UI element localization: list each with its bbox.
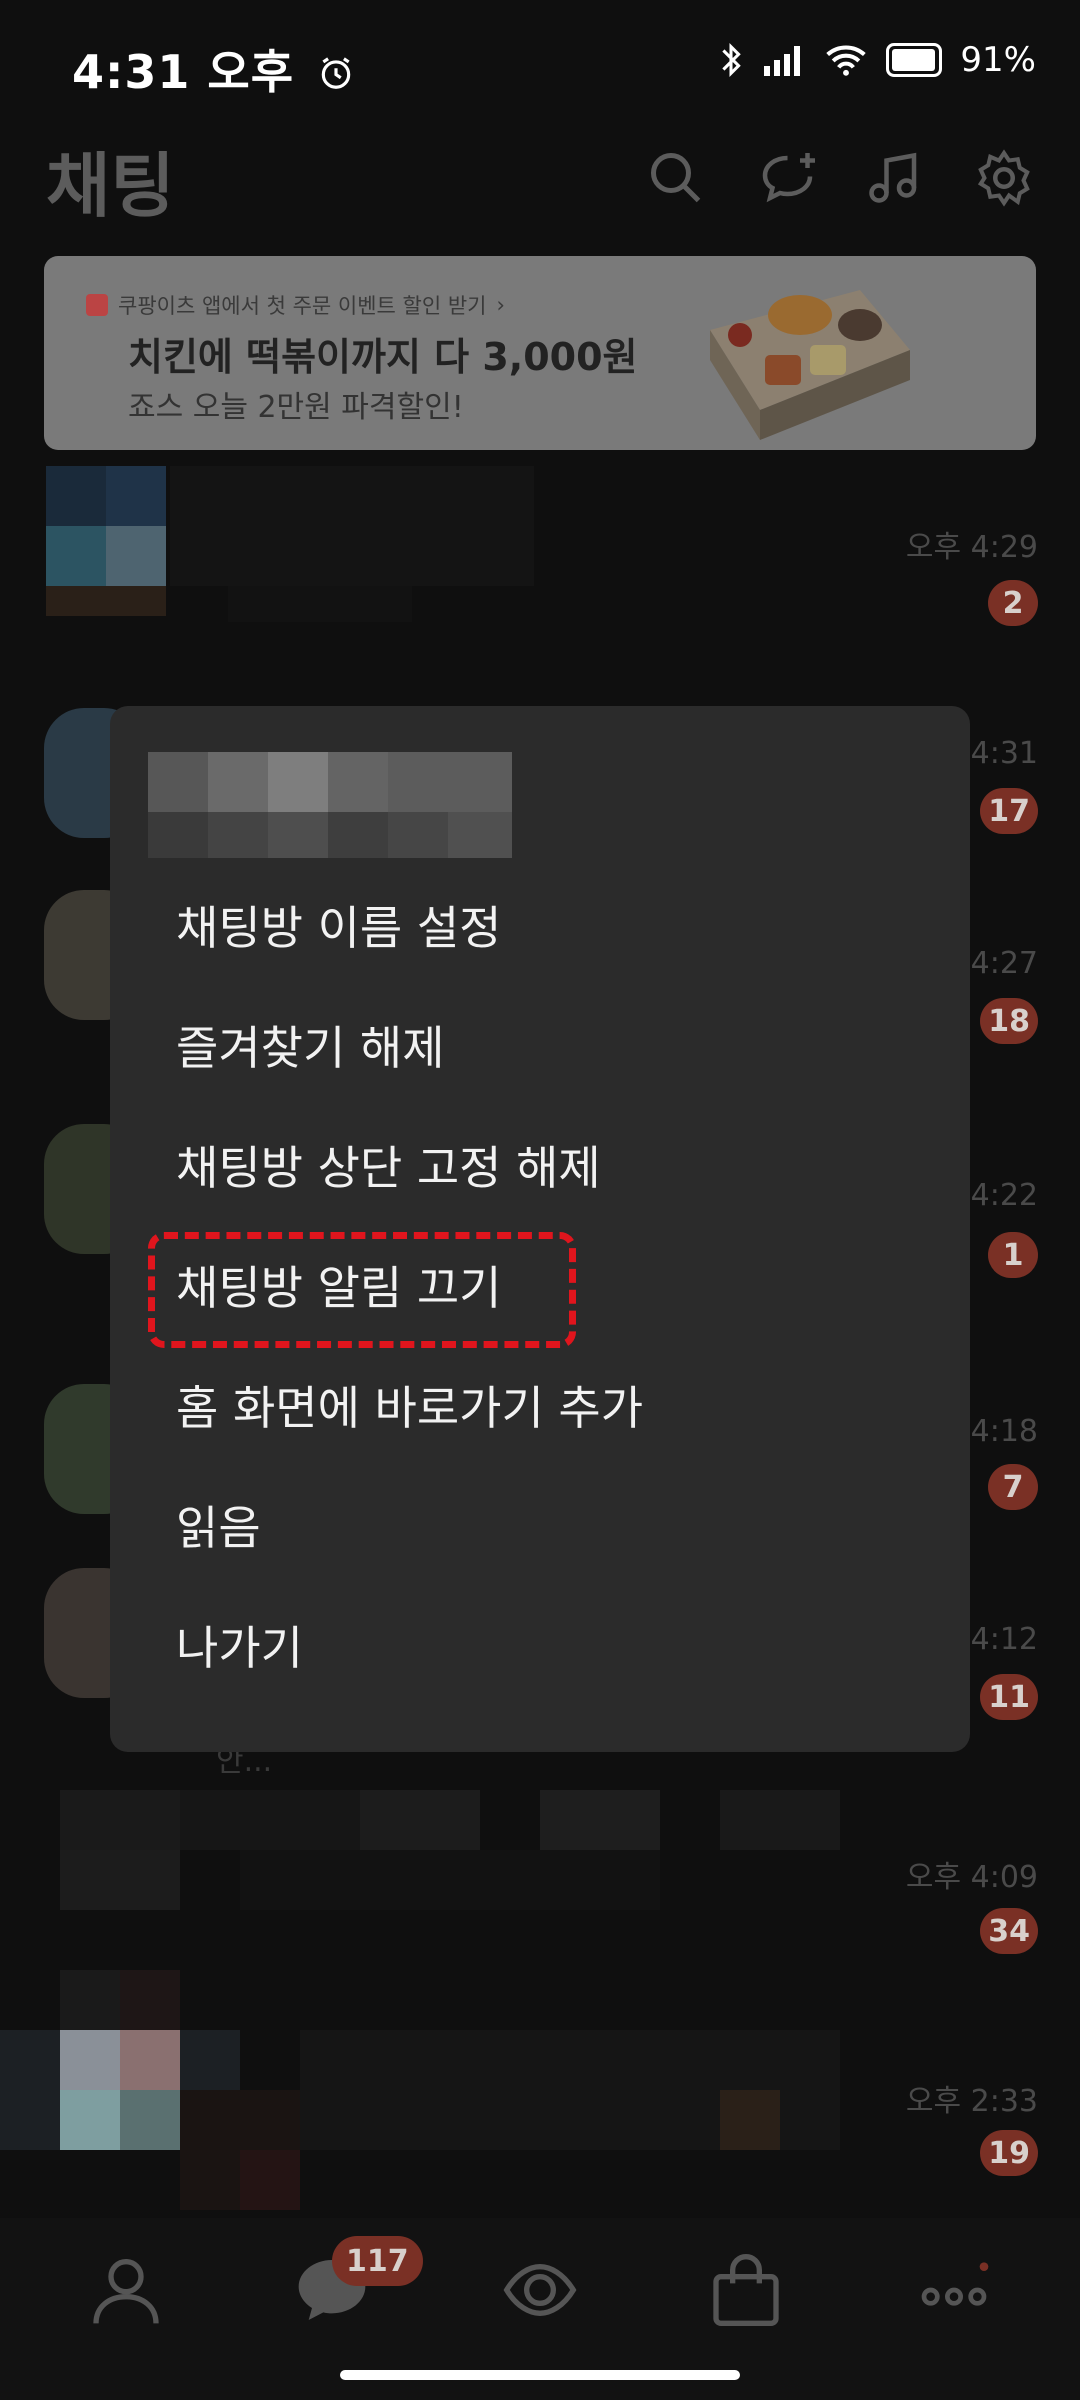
chat-time: 4:31 [970, 736, 1038, 771]
chat-row-blur[interactable] [0, 1790, 900, 2220]
chat-time: 4:18 [970, 1414, 1038, 1449]
banner-title: 치킨에 떡볶이까지 다 3,000원 [128, 335, 638, 379]
coupang-eats-logo-icon [86, 294, 108, 316]
signal-icon [764, 46, 801, 76]
battery-percent: 91% [960, 40, 1036, 80]
status-icons: 91% [718, 40, 1036, 80]
context-menu [110, 706, 970, 1752]
food-box-image [710, 290, 910, 440]
new-chat-icon[interactable] [760, 148, 820, 208]
friends-icon[interactable] [86, 2250, 166, 2330]
chats-unread-badge: 117 [332, 2236, 423, 2286]
wifi-icon [826, 45, 867, 76]
menu-item-unpin[interactable]: 채팅방 상단 고정 해제 [176, 1132, 601, 1198]
home-indicator[interactable] [340, 2370, 740, 2380]
openchat-icon[interactable] [500, 2250, 580, 2330]
alarm-icon [321, 57, 351, 89]
search-icon[interactable] [646, 148, 706, 208]
chat-time: 오후 2:33 [905, 2084, 1038, 2119]
unread-badge: 11 [980, 1674, 1038, 1720]
chat-time: 4:12 [970, 1622, 1038, 1657]
settings-icon[interactable] [974, 148, 1034, 208]
status-time: 4:31 오후 [72, 36, 355, 102]
menu-item-mark-read[interactable]: 읽음 [176, 1492, 261, 1558]
banner-subtitle: 쿠팡이츠 앱에서 첫 주문 이벤트 할인 받기 › [86, 290, 505, 320]
chat-avatar-blur[interactable] [46, 466, 166, 626]
chat-time: 4:22 [970, 1178, 1038, 1213]
unread-badge: 19 [980, 2130, 1038, 2176]
chat-time: 오후 4:29 [905, 530, 1038, 565]
chat-time: 4:27 [970, 946, 1038, 981]
unread-badge: 17 [980, 788, 1038, 834]
unread-badge: 2 [988, 580, 1038, 626]
bluetooth-icon [722, 43, 742, 77]
unread-badge: 1 [988, 1232, 1038, 1278]
menu-title-blur [148, 752, 512, 858]
chat-time: 오후 4:09 [905, 1860, 1038, 1895]
battery-icon [886, 43, 943, 77]
banner-description: 죠스 오늘 2만원 파격할인! [128, 390, 464, 425]
menu-item-leave[interactable]: 나가기 [176, 1612, 303, 1678]
menu-item-add-shortcut[interactable]: 홈 화면에 바로가기 추가 [176, 1372, 643, 1438]
chat-preview-blur [228, 586, 412, 622]
menu-item-rename[interactable]: 채팅방 이름 설정 [176, 892, 501, 958]
menu-item-unfavorite[interactable]: 즐겨찾기 해제 [176, 1012, 445, 1078]
page-title: 채팅 [46, 145, 175, 227]
music-icon[interactable] [864, 148, 924, 208]
shopping-icon[interactable] [706, 2250, 786, 2330]
more-icon[interactable] [914, 2250, 994, 2330]
chat-name-blur [170, 466, 534, 586]
unread-badge: 34 [980, 1908, 1038, 1954]
unread-badge: 18 [980, 998, 1038, 1044]
unread-badge: 7 [988, 1464, 1038, 1510]
highlight-box [148, 1232, 576, 1348]
